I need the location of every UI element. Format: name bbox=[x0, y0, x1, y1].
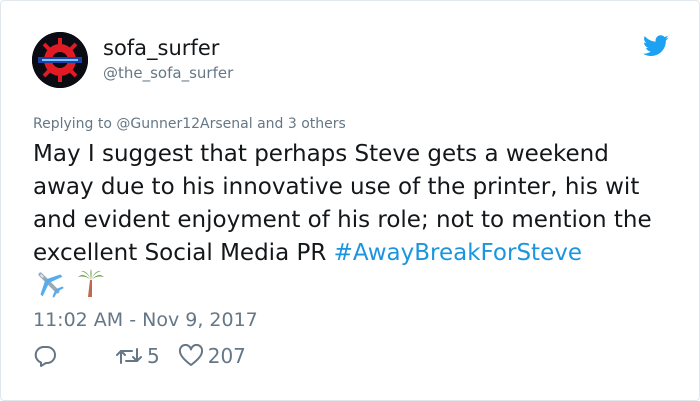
retweet-button[interactable]: 5 bbox=[115, 344, 160, 368]
reply-button[interactable] bbox=[33, 344, 63, 368]
tweet-text: May I suggest that perhaps Steve gets a … bbox=[33, 138, 673, 270]
retweet-icon bbox=[115, 344, 143, 368]
palm-tree-icon bbox=[77, 268, 105, 302]
display-name[interactable]: sofa_surfer bbox=[103, 35, 219, 61]
airplane-icon bbox=[33, 268, 65, 302]
replying-to: Replying to @Gunner12Arsenal and 3 other… bbox=[33, 115, 346, 133]
twitter-bird-icon[interactable] bbox=[643, 35, 669, 57]
replying-to-others[interactable]: and 3 others bbox=[253, 116, 346, 132]
reply-icon bbox=[33, 344, 57, 368]
emoji-row bbox=[33, 269, 105, 301]
replying-to-prefix: Replying to bbox=[33, 116, 117, 132]
hashtag-link[interactable]: #AwayBreakForSteve bbox=[334, 240, 582, 266]
tweet-actions: 5 207 bbox=[33, 344, 246, 368]
user-handle[interactable]: @the_sofa_surfer bbox=[103, 64, 233, 82]
tweet-card: sofa_surfer @the_sofa_surfer Replying to… bbox=[0, 0, 700, 401]
reply-to-mention[interactable]: @Gunner12Arsenal bbox=[116, 116, 252, 132]
heart-icon bbox=[178, 344, 204, 368]
tweet-timestamp[interactable]: 11:02 AM - Nov 9, 2017 bbox=[33, 308, 258, 332]
retweet-count: 5 bbox=[147, 344, 160, 368]
like-count: 207 bbox=[207, 344, 246, 368]
like-button[interactable]: 207 bbox=[178, 344, 246, 368]
avatar[interactable] bbox=[32, 32, 88, 88]
